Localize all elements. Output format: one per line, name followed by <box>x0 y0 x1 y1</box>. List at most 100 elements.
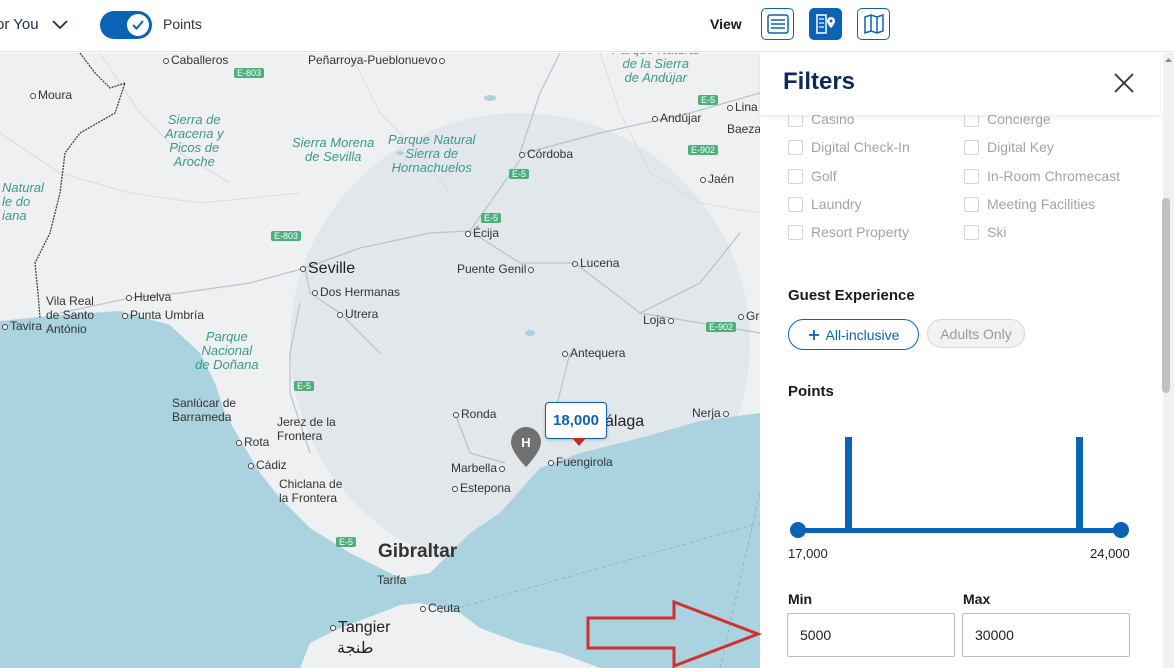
min-points-input[interactable] <box>787 613 955 657</box>
map-place-moura: Moura <box>30 88 72 102</box>
chip-label: All-inclusive <box>825 326 900 343</box>
road-shield: E-5 <box>336 537 357 547</box>
checkbox[interactable] <box>788 139 803 155</box>
map-place-cadiz: Cádiz <box>248 458 287 472</box>
amenity-label: In-Room Chromecast <box>987 168 1121 184</box>
map-place-loja: Loja <box>643 313 676 327</box>
filters-header: Filters <box>760 53 1160 115</box>
amenity-label: Digital Key <box>987 139 1054 155</box>
max-points-input[interactable] <box>962 613 1130 657</box>
checkbox[interactable] <box>788 168 803 184</box>
chevron-down-icon <box>51 20 68 30</box>
map-place-caballeros: Caballeros <box>163 53 228 67</box>
road-shield: E-5 <box>509 169 530 179</box>
map-view-button[interactable] <box>857 8 890 40</box>
map-place-ceuta: Ceuta <box>420 601 460 615</box>
map-place-malaga: álaga <box>605 413 645 430</box>
points-toggle-label: Points <box>163 16 202 32</box>
red-arrow-icon <box>586 600 763 668</box>
amenity-golf[interactable]: Golf <box>788 168 837 184</box>
list-map-view-button[interactable] <box>809 8 842 40</box>
map-place-estepona: Estepona <box>452 481 511 495</box>
for-you-dropdown[interactable]: or You <box>0 15 69 33</box>
amenity-label: Resort Property <box>811 224 910 240</box>
checkbox[interactable] <box>964 224 979 240</box>
map-place-marbella: Marbella <box>451 461 507 475</box>
map-park-hornachuelos: Parque Natural Sierra de Hornachuelos <box>388 132 476 175</box>
checkbox[interactable] <box>964 139 979 155</box>
points-range-max: 24,000 <box>1090 546 1130 561</box>
amenity-label: Laundry <box>811 196 862 212</box>
points-toggle[interactable] <box>100 11 152 39</box>
all-inclusive-chip[interactable]: All-inclusive <box>788 319 919 350</box>
filters-panel: Filters Casino Concierge Digital Check-I… <box>760 53 1174 668</box>
map-park-aracena: Sierra de Aracena y Picos de Aroche <box>165 112 224 169</box>
map-place-dos-hermanas: Dos Hermanas <box>312 285 400 299</box>
checkbox[interactable] <box>964 196 979 212</box>
hotel-pin-icon[interactable]: H <box>510 426 542 468</box>
amenity-digital-check-in[interactable]: Digital Check-In <box>788 139 910 155</box>
map-place-nerja: Nerja <box>692 406 731 420</box>
map-place-tangier-arabic: طنجة <box>337 640 374 657</box>
list-view-button[interactable] <box>761 8 794 40</box>
points-slider-track[interactable] <box>798 528 1121 533</box>
top-bar: or You Points View <box>0 0 1174 52</box>
map-place-granada: Gra <box>738 309 760 323</box>
map-place-puente-genil: Puente Genil <box>457 262 536 276</box>
checkbox[interactable] <box>788 224 803 240</box>
amenity-in-room-chromecast[interactable]: In-Room Chromecast <box>964 168 1120 184</box>
map-place-chiclana: Chiclana de la Frontera <box>279 477 343 505</box>
map-place-gibraltar: Gibraltar <box>378 541 458 562</box>
chip-label: Adults Only <box>940 325 1012 342</box>
view-label: View <box>710 16 742 32</box>
amenity-label: Digital Check-In <box>811 139 910 155</box>
plus-icon <box>808 329 819 340</box>
filters-title: Filters <box>783 68 856 95</box>
histogram-bar <box>845 437 852 530</box>
amenity-digital-key[interactable]: Digital Key <box>964 139 1054 155</box>
points-slider-max-handle[interactable] <box>1113 522 1129 538</box>
amenity-meeting-facilities[interactable]: Meeting Facilities <box>964 196 1095 212</box>
adults-only-chip[interactable]: Adults Only <box>927 319 1025 348</box>
map-place-antequera: Antequera <box>562 346 625 360</box>
scroll-up-icon[interactable] <box>1164 57 1173 63</box>
amenity-label: Golf <box>811 168 837 184</box>
map-place-penarroya: Peñarroya-Pueblonuevo <box>308 53 447 67</box>
map-place-andujar: Andújar <box>652 111 701 125</box>
map-place-jerez: Jerez de la Frontera <box>277 415 336 443</box>
points-slider-min-handle[interactable] <box>790 522 806 538</box>
points-range-min: 17,000 <box>788 546 828 561</box>
road-shield: E-5 <box>698 95 719 105</box>
scrollbar-thumb[interactable] <box>1162 198 1170 393</box>
map-place-lucena: Lucena <box>572 256 619 270</box>
map-icon <box>863 13 884 35</box>
price-tag-value: 18,000 <box>553 412 599 429</box>
road-shield: E-902 <box>706 322 737 332</box>
road-shield: E-803 <box>234 68 265 78</box>
map-place-sanlucar: Sanlúcar de Barrameda <box>172 396 237 424</box>
map-area[interactable]: Caballeros Peñarroya-Pueblonuevo Moura S… <box>0 53 760 668</box>
map-place-tavira: Tavira <box>2 319 42 333</box>
map-place-ecija: Écija <box>465 226 499 240</box>
map-place-rota: Rota <box>236 435 269 449</box>
map-park-sierra-morena: Sierra Morena de Sevilla <box>292 135 375 164</box>
amenity-resort-property[interactable]: Resort Property <box>788 224 909 240</box>
map-park-natural-left: Natural le do iana <box>2 180 44 223</box>
checkbox[interactable] <box>964 168 979 184</box>
guest-experience-title: Guest Experience <box>788 287 915 304</box>
map-place-linares: Lina <box>727 100 758 114</box>
amenity-laundry[interactable]: Laundry <box>788 196 862 212</box>
road-shield: E-803 <box>271 231 302 241</box>
map-park-donana: Parque Nacional de Doñana <box>195 329 259 372</box>
checkbox[interactable] <box>788 196 803 212</box>
points-title: Points <box>788 383 834 400</box>
max-label: Max <box>963 591 991 607</box>
amenity-ski[interactable]: Ski <box>964 224 1006 240</box>
map-place-punta-umbria: Punta Umbría <box>122 308 204 322</box>
list-icon <box>766 14 789 34</box>
list-map-pin-icon <box>815 14 835 34</box>
price-tag-marker[interactable]: 18,000 <box>545 402 607 446</box>
close-icon[interactable] <box>1112 71 1136 95</box>
map-place-tarifa: Tarifa <box>377 573 407 587</box>
for-you-label: or You <box>0 15 39 33</box>
